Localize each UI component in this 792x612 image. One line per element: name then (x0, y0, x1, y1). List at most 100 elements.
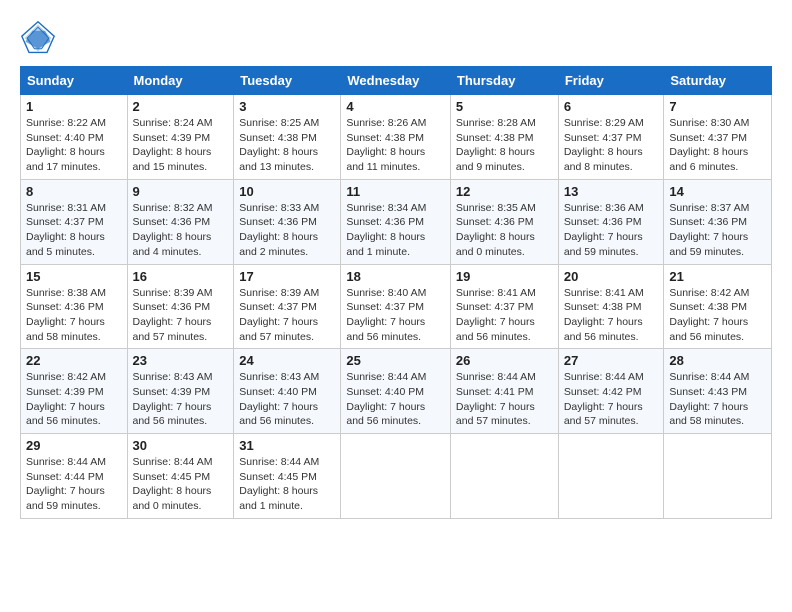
day-info: Sunrise: 8:42 AM Sunset: 4:38 PM Dayligh… (669, 286, 766, 345)
calendar-cell-day-31: 31 Sunrise: 8:44 AM Sunset: 4:45 PM Dayli… (234, 434, 341, 519)
day-number: 23 (133, 353, 229, 368)
day-number: 3 (239, 99, 335, 114)
day-number: 8 (26, 184, 122, 199)
day-info: Sunrise: 8:41 AM Sunset: 4:37 PM Dayligh… (456, 286, 553, 345)
day-number: 12 (456, 184, 553, 199)
calendar-header-row: SundayMondayTuesdayWednesdayThursdayFrid… (21, 67, 772, 95)
calendar-week-row: 29 Sunrise: 8:44 AM Sunset: 4:44 PM Dayli… (21, 434, 772, 519)
day-info: Sunrise: 8:36 AM Sunset: 4:36 PM Dayligh… (564, 201, 659, 260)
calendar-cell-day-15: 15 Sunrise: 8:38 AM Sunset: 4:36 PM Dayli… (21, 264, 128, 349)
day-info: Sunrise: 8:44 AM Sunset: 4:43 PM Dayligh… (669, 370, 766, 429)
day-header-friday: Friday (558, 67, 664, 95)
calendar-cell-day-9: 9 Sunrise: 8:32 AM Sunset: 4:36 PM Daylig… (127, 179, 234, 264)
day-number: 7 (669, 99, 766, 114)
calendar-cell-day-21: 21 Sunrise: 8:42 AM Sunset: 4:38 PM Dayli… (664, 264, 772, 349)
day-number: 11 (346, 184, 445, 199)
calendar-cell-day-5: 5 Sunrise: 8:28 AM Sunset: 4:38 PM Daylig… (450, 95, 558, 180)
day-info: Sunrise: 8:40 AM Sunset: 4:37 PM Dayligh… (346, 286, 445, 345)
day-info: Sunrise: 8:33 AM Sunset: 4:36 PM Dayligh… (239, 201, 335, 260)
logo-icon (20, 20, 56, 56)
day-info: Sunrise: 8:31 AM Sunset: 4:37 PM Dayligh… (26, 201, 122, 260)
day-info: Sunrise: 8:37 AM Sunset: 4:36 PM Dayligh… (669, 201, 766, 260)
day-info: Sunrise: 8:42 AM Sunset: 4:39 PM Dayligh… (26, 370, 122, 429)
empty-cell (558, 434, 664, 519)
day-number: 27 (564, 353, 659, 368)
day-info: Sunrise: 8:44 AM Sunset: 4:40 PM Dayligh… (346, 370, 445, 429)
day-info: Sunrise: 8:34 AM Sunset: 4:36 PM Dayligh… (346, 201, 445, 260)
calendar-cell-day-20: 20 Sunrise: 8:41 AM Sunset: 4:38 PM Dayli… (558, 264, 664, 349)
calendar-cell-day-26: 26 Sunrise: 8:44 AM Sunset: 4:41 PM Dayli… (450, 349, 558, 434)
day-info: Sunrise: 8:28 AM Sunset: 4:38 PM Dayligh… (456, 116, 553, 175)
calendar-cell-day-3: 3 Sunrise: 8:25 AM Sunset: 4:38 PM Daylig… (234, 95, 341, 180)
calendar-cell-day-13: 13 Sunrise: 8:36 AM Sunset: 4:36 PM Dayli… (558, 179, 664, 264)
calendar-cell-day-16: 16 Sunrise: 8:39 AM Sunset: 4:36 PM Dayli… (127, 264, 234, 349)
day-info: Sunrise: 8:30 AM Sunset: 4:37 PM Dayligh… (669, 116, 766, 175)
calendar-cell-day-8: 8 Sunrise: 8:31 AM Sunset: 4:37 PM Daylig… (21, 179, 128, 264)
day-info: Sunrise: 8:43 AM Sunset: 4:39 PM Dayligh… (133, 370, 229, 429)
day-number: 4 (346, 99, 445, 114)
day-info: Sunrise: 8:29 AM Sunset: 4:37 PM Dayligh… (564, 116, 659, 175)
day-info: Sunrise: 8:44 AM Sunset: 4:42 PM Dayligh… (564, 370, 659, 429)
day-info: Sunrise: 8:44 AM Sunset: 4:45 PM Dayligh… (133, 455, 229, 514)
day-number: 25 (346, 353, 445, 368)
day-info: Sunrise: 8:39 AM Sunset: 4:37 PM Dayligh… (239, 286, 335, 345)
calendar-week-row: 1Sunrise: 8:22 AM Sunset: 4:40 PM Daylig… (21, 95, 772, 180)
day-header-sunday: Sunday (21, 67, 128, 95)
day-header-wednesday: Wednesday (341, 67, 451, 95)
calendar-cell-day-28: 28Sunrise: 8:44 AM Sunset: 4:43 PM Dayli… (664, 349, 772, 434)
day-number: 13 (564, 184, 659, 199)
day-number: 18 (346, 269, 445, 284)
day-info: Sunrise: 8:24 AM Sunset: 4:39 PM Dayligh… (133, 116, 229, 175)
calendar-week-row: 22Sunrise: 8:42 AM Sunset: 4:39 PM Dayli… (21, 349, 772, 434)
calendar-cell-day-25: 25 Sunrise: 8:44 AM Sunset: 4:40 PM Dayli… (341, 349, 451, 434)
calendar-cell-day-2: 2Sunrise: 8:24 AM Sunset: 4:39 PM Daylig… (127, 95, 234, 180)
day-info: Sunrise: 8:39 AM Sunset: 4:36 PM Dayligh… (133, 286, 229, 345)
calendar-body: 1Sunrise: 8:22 AM Sunset: 4:40 PM Daylig… (21, 95, 772, 519)
day-number: 15 (26, 269, 122, 284)
calendar-cell-day-29: 29 Sunrise: 8:44 AM Sunset: 4:44 PM Dayli… (21, 434, 128, 519)
calendar-cell-day-11: 11 Sunrise: 8:34 AM Sunset: 4:36 PM Dayli… (341, 179, 451, 264)
calendar-cell-day-6: 6 Sunrise: 8:29 AM Sunset: 4:37 PM Daylig… (558, 95, 664, 180)
calendar-cell-day-10: 10 Sunrise: 8:33 AM Sunset: 4:36 PM Dayli… (234, 179, 341, 264)
day-number: 30 (133, 438, 229, 453)
day-number: 6 (564, 99, 659, 114)
calendar-cell-day-14: 14 Sunrise: 8:37 AM Sunset: 4:36 PM Dayli… (664, 179, 772, 264)
day-info: Sunrise: 8:38 AM Sunset: 4:36 PM Dayligh… (26, 286, 122, 345)
day-number: 9 (133, 184, 229, 199)
day-number: 14 (669, 184, 766, 199)
calendar-cell-day-30: 30 Sunrise: 8:44 AM Sunset: 4:45 PM Dayli… (127, 434, 234, 519)
logo (20, 20, 62, 56)
day-number: 29 (26, 438, 122, 453)
calendar-cell-day-4: 4 Sunrise: 8:26 AM Sunset: 4:38 PM Daylig… (341, 95, 451, 180)
calendar-cell-day-27: 27 Sunrise: 8:44 AM Sunset: 4:42 PM Dayli… (558, 349, 664, 434)
day-info: Sunrise: 8:25 AM Sunset: 4:38 PM Dayligh… (239, 116, 335, 175)
day-info: Sunrise: 8:22 AM Sunset: 4:40 PM Dayligh… (26, 116, 122, 175)
day-info: Sunrise: 8:32 AM Sunset: 4:36 PM Dayligh… (133, 201, 229, 260)
day-number: 31 (239, 438, 335, 453)
day-number: 20 (564, 269, 659, 284)
page-header (20, 20, 772, 56)
day-number: 5 (456, 99, 553, 114)
calendar-cell-day-23: 23 Sunrise: 8:43 AM Sunset: 4:39 PM Dayli… (127, 349, 234, 434)
day-header-monday: Monday (127, 67, 234, 95)
day-number: 26 (456, 353, 553, 368)
empty-cell (664, 434, 772, 519)
calendar-week-row: 8 Sunrise: 8:31 AM Sunset: 4:37 PM Daylig… (21, 179, 772, 264)
day-number: 16 (133, 269, 229, 284)
day-info: Sunrise: 8:44 AM Sunset: 4:41 PM Dayligh… (456, 370, 553, 429)
calendar-cell-day-7: 7 Sunrise: 8:30 AM Sunset: 4:37 PM Daylig… (664, 95, 772, 180)
calendar-cell-day-1: 1Sunrise: 8:22 AM Sunset: 4:40 PM Daylig… (21, 95, 128, 180)
day-number: 21 (669, 269, 766, 284)
day-info: Sunrise: 8:41 AM Sunset: 4:38 PM Dayligh… (564, 286, 659, 345)
day-info: Sunrise: 8:44 AM Sunset: 4:45 PM Dayligh… (239, 455, 335, 514)
day-header-saturday: Saturday (664, 67, 772, 95)
calendar-week-row: 15 Sunrise: 8:38 AM Sunset: 4:36 PM Dayli… (21, 264, 772, 349)
calendar-cell-day-22: 22Sunrise: 8:42 AM Sunset: 4:39 PM Dayli… (21, 349, 128, 434)
empty-cell (341, 434, 451, 519)
day-header-thursday: Thursday (450, 67, 558, 95)
calendar-cell-day-18: 18 Sunrise: 8:40 AM Sunset: 4:37 PM Dayli… (341, 264, 451, 349)
day-info: Sunrise: 8:26 AM Sunset: 4:38 PM Dayligh… (346, 116, 445, 175)
calendar-cell-day-12: 12Sunrise: 8:35 AM Sunset: 4:36 PM Dayli… (450, 179, 558, 264)
day-number: 10 (239, 184, 335, 199)
day-info: Sunrise: 8:44 AM Sunset: 4:44 PM Dayligh… (26, 455, 122, 514)
